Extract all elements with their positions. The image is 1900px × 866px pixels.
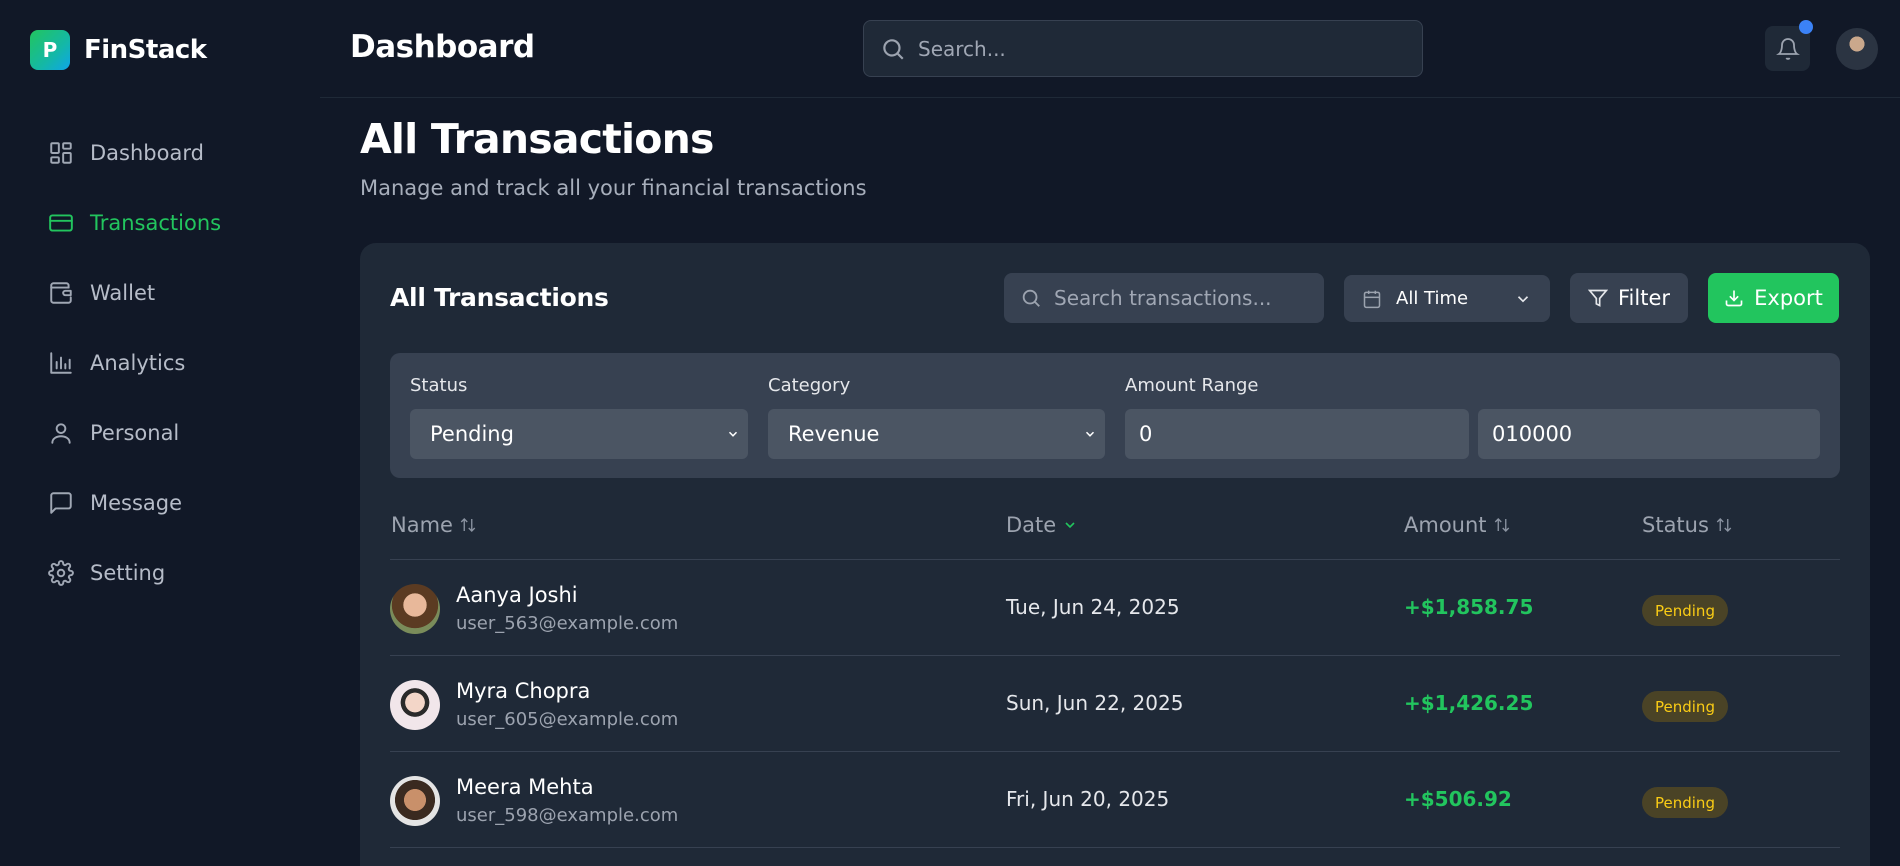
sidebar: P FinStack Dashboard Transactions Wallet… [0,0,320,866]
user-email: user_605@example.com [456,709,679,730]
sidebar-item-message[interactable]: Message [48,468,221,538]
download-icon [1725,290,1743,307]
sidebar-item-label: Personal [90,421,180,445]
user-name: Myra Chopra [456,679,591,703]
sidebar-item-personal[interactable]: Personal [48,398,221,468]
brand-name: FinStack [84,35,207,65]
status-badge: Pending [1642,595,1728,626]
brand[interactable]: P FinStack [30,30,207,70]
time-range-select[interactable]: All Time [1344,275,1550,322]
transaction-amount: +$506.92 [1404,787,1512,811]
table-row[interactable]: Meera Mehta user_598@example.com Fri, Ju… [390,752,1840,848]
user-name: Aanya Joshi [456,583,578,607]
chevron-down-icon [728,431,738,437]
export-button-label: Export [1754,286,1823,310]
export-button[interactable]: Export [1708,273,1839,323]
sort-icon [1716,518,1732,532]
row-divider [390,847,1840,848]
sort-icon [460,518,476,532]
sidebar-nav: Dashboard Transactions Wallet Analytics … [48,118,221,608]
status-badge: Pending [1642,691,1728,722]
page-subtitle: Manage and track all your financial tran… [360,176,867,200]
user-icon [51,423,71,444]
column-header-amount-label: Amount [1404,513,1487,537]
bar-chart-icon [50,352,72,374]
avatar [390,776,440,826]
status-filter-select[interactable]: Pending [410,409,748,459]
page-title: All Transactions [360,115,714,163]
category-filter-value: Revenue [788,422,880,446]
column-header-date[interactable]: Date [1006,513,1078,537]
sidebar-item-dashboard[interactable]: Dashboard [48,118,221,188]
transaction-amount: +$1,858.75 [1404,595,1534,619]
column-header-name[interactable]: Name [391,513,477,537]
time-range-value: All Time [1396,288,1469,309]
sidebar-item-label: Setting [90,561,166,585]
sidebar-item-wallet[interactable]: Wallet [48,258,221,328]
column-header-status[interactable]: Status [1642,513,1733,537]
sidebar-item-transactions[interactable]: Transactions [48,188,221,258]
top-header: Dashboard [320,0,1900,98]
chevron-down-icon [1085,431,1095,437]
sidebar-item-label: Wallet [90,281,156,305]
card-title: All Transactions [390,283,609,312]
dashboard-icon [50,142,72,164]
search-icon [883,38,904,60]
transaction-date: Sun, Jun 22, 2025 [1006,691,1184,715]
sidebar-item-setting[interactable]: Setting [48,538,221,608]
transaction-search-input[interactable] [1054,286,1314,310]
category-filter-label: Category [768,375,851,396]
brand-logo: P [30,30,70,70]
amount-range-label: Amount Range [1125,375,1259,396]
sort-icon [1494,518,1509,532]
credit-card-icon [49,214,73,232]
filter-button[interactable]: Filter [1570,273,1688,323]
column-header-status-label: Status [1642,513,1709,537]
transaction-search[interactable] [1004,273,1324,323]
status-badge: Pending [1642,787,1728,818]
bell-icon [1775,37,1800,60]
notifications-button[interactable] [1765,20,1813,71]
category-filter-select[interactable]: Revenue [768,409,1105,459]
transaction-date: Fri, Jun 20, 2025 [1006,787,1170,811]
avatar [390,680,440,730]
column-header-date-label: Date [1006,513,1057,537]
user-email: user_563@example.com [456,613,679,634]
chevron-down-icon [1065,522,1075,529]
sidebar-item-label: Transactions [90,211,222,235]
user-avatar[interactable] [1836,28,1878,70]
sidebar-item-label: Message [90,491,183,515]
transaction-date: Tue, Jun 24, 2025 [1006,595,1180,619]
sidebar-item-label: Analytics [90,351,186,375]
filters-panel: Status Pending Category Revenue Amount R… [390,353,1840,478]
amount-max-input[interactable]: 010000 [1478,409,1820,459]
transaction-amount: +$1,426.25 [1404,691,1534,715]
status-filter-value: Pending [430,422,514,446]
wallet-icon [50,282,72,304]
search-icon [1022,289,1040,307]
column-header-amount[interactable]: Amount [1404,513,1511,537]
amount-min-input[interactable]: 0 [1125,409,1469,459]
header-title: Dashboard [350,29,535,65]
avatar [390,584,440,634]
sidebar-item-analytics[interactable]: Analytics [48,328,221,398]
gear-icon [48,560,74,586]
chevron-down-icon [1517,295,1529,302]
message-icon [50,492,72,514]
filter-button-label: Filter [1617,286,1670,310]
global-search-input[interactable] [918,36,1398,61]
sidebar-item-label: Dashboard [90,141,204,165]
filter-icon [1587,289,1608,307]
calendar-icon [1363,290,1381,308]
column-header-name-label: Name [391,513,453,537]
table-row[interactable]: Aanya Joshi user_563@example.com Tue, Ju… [390,560,1840,656]
status-filter-label: Status [410,375,468,396]
transactions-card: All Transactions All Time Filter Export … [360,243,1870,866]
table-row[interactable]: Myra Chopra user_605@example.com Sun, Ju… [390,656,1840,752]
notification-dot [1799,20,1813,34]
user-email: user_598@example.com [456,805,679,826]
user-name: Meera Mehta [456,775,594,799]
global-search[interactable] [863,20,1423,77]
